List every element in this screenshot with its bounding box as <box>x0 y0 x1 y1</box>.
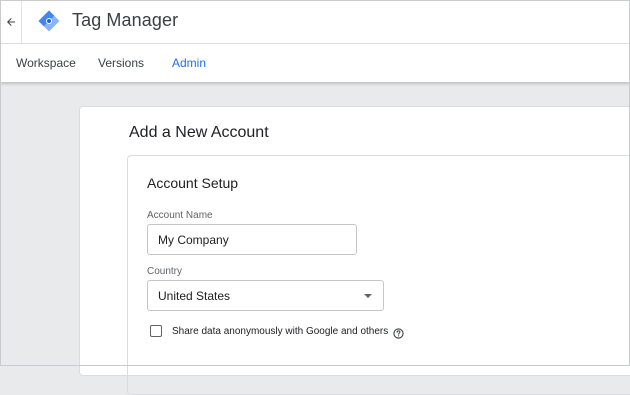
tag-manager-logo <box>38 10 60 32</box>
tab-admin[interactable]: Admin <box>172 56 206 70</box>
app-header: Tag Manager <box>0 0 630 44</box>
section-title: Account Setup <box>147 175 239 191</box>
new-account-card: Add a New Account Account Setup Account … <box>79 106 630 395</box>
account-name-input[interactable] <box>147 224 357 255</box>
caret-down-icon <box>364 294 372 298</box>
account-name-label: Account Name <box>147 210 213 221</box>
nav-bar: Workspace Versions Admin <box>0 44 630 82</box>
app-title: Tag Manager <box>72 10 179 30</box>
country-label: Country <box>147 266 183 277</box>
page-title: Add a New Account <box>129 124 269 141</box>
tab-workspace[interactable]: Workspace <box>16 56 76 70</box>
account-setup-section: Account Setup Account Name Country Unite… <box>127 155 630 395</box>
help-circle-icon[interactable] <box>393 328 404 339</box>
country-select-value: United States <box>158 289 231 303</box>
share-data-label: Share data anonymously with Google and o… <box>172 326 389 337</box>
arrow-left-icon <box>6 17 15 26</box>
back-button[interactable] <box>0 0 22 43</box>
tab-versions[interactable]: Versions <box>98 56 144 70</box>
country-select[interactable]: United States <box>147 280 384 311</box>
share-data-checkbox[interactable] <box>150 325 162 337</box>
